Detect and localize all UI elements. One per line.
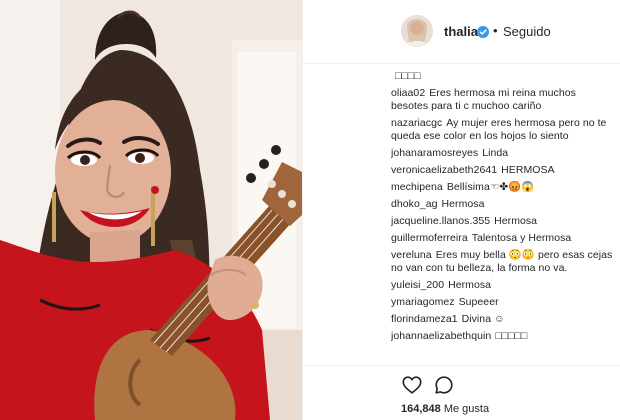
list-item: vereluna Eres muy bella 😳😳 pero esas ceja… [391, 249, 613, 275]
list-item: oliaa02 Eres hermosa mi reina muchos beso… [391, 87, 613, 113]
comment-text: Supeeer [458, 296, 499, 308]
comment-text: Linda [482, 147, 509, 159]
comment-username[interactable]: dhoko_ag [391, 198, 438, 210]
likes-number: 164,848 [401, 403, 441, 415]
comment-username[interactable]: yuleisi_200 [391, 279, 444, 291]
list-item: ymariagomez Supeeer [391, 296, 613, 309]
comment-username[interactable]: ymariagomez [391, 296, 455, 308]
comment-username[interactable]: mechipena [391, 181, 443, 193]
comment-username[interactable]: guillermoferreira [391, 232, 468, 244]
post-actions: 164,848 Me gusta [303, 365, 620, 420]
comment-username[interactable]: oliaa02 [391, 87, 425, 99]
comment-text: Divina ☺ [461, 313, 505, 325]
comment-username[interactable]: jacqueline.llanos.355 [391, 215, 490, 227]
list-item: guillermoferreira Talentosa y Hermosa [391, 232, 613, 245]
list-item: mechipena Bellísima☜✤😡😱 [391, 181, 613, 194]
list-item: yuleisi_200 Hermosa [391, 279, 613, 292]
comment-text: □□□□□ [495, 330, 528, 342]
username[interactable]: thalia [444, 24, 478, 39]
list-item: johannaelizabethquin □□□□□ [391, 330, 613, 343]
comment-username[interactable]: veronicaelizabeth2641 [391, 164, 497, 176]
post-photo[interactable] [0, 0, 302, 420]
comment-bubble-icon[interactable] [433, 374, 455, 396]
avatar[interactable] [401, 15, 433, 47]
post-header: thalia • Seguido [303, 0, 620, 64]
list-item: jacqueline.llanos.355 Hermosa [391, 215, 613, 228]
comment-text: Hermosa [494, 215, 538, 227]
comment-username[interactable]: johannaelizabethquin [391, 330, 491, 342]
follow-status-button[interactable]: Seguido [503, 24, 551, 39]
comments-list: □□□□ oliaa02 Eres hermosa mi reina muchos… [391, 70, 613, 362]
comment-username[interactable]: florindameza1 [391, 313, 458, 325]
comment-text: HERMOSA [501, 164, 555, 176]
comment-username[interactable]: nazariacgc [391, 117, 442, 129]
post-side-panel: thalia • Seguido □□□□ oliaa02 Eres hermos… [302, 0, 620, 420]
likes-label: Me gusta [443, 403, 490, 415]
comment-text: Talentosa y Hermosa [471, 232, 572, 244]
likes-count[interactable]: 164,848 Me gusta [401, 403, 489, 415]
list-item: □□□□ [391, 70, 613, 83]
comment-text: Bellísima☜✤😡😱 [446, 181, 535, 193]
list-item: dhoko_ag Hermosa [391, 198, 613, 211]
list-item: johanaramosreyes Linda [391, 147, 613, 160]
list-item: nazariacgc Ay mujer eres hermosa pero no … [391, 117, 613, 143]
avatar-image [401, 15, 433, 47]
comment-text: Hermosa [441, 198, 485, 210]
post-image [0, 0, 302, 420]
list-item: florindameza1 Divina ☺ [391, 313, 613, 326]
verified-badge-icon [477, 25, 489, 38]
separator-dot: • [493, 23, 498, 38]
list-item: veronicaelizabeth2641 HERMOSA [391, 164, 613, 177]
comment-text: Hermosa [448, 279, 492, 291]
heart-icon[interactable] [401, 374, 423, 396]
comment-text: □□□□ [395, 70, 421, 82]
comment-username[interactable]: vereluna [391, 249, 432, 261]
comment-username[interactable]: johanaramosreyes [391, 147, 478, 159]
instagram-post: thalia • Seguido □□□□ oliaa02 Eres hermos… [0, 0, 620, 420]
